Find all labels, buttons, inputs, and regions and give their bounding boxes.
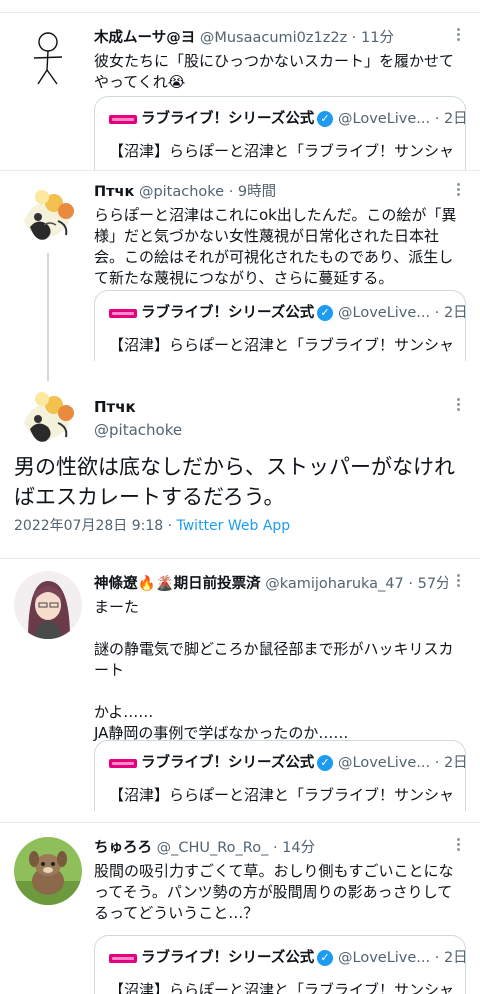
quoted-text: 【沼津】ららぽーと沼津と「ラブライブ！サンシャ	[109, 336, 455, 354]
tweet-2[interactable]: Птчк @pitachoke · 9時間 ららぽーと沼津はこれにok出したんだ…	[0, 171, 480, 371]
timestamp[interactable]: · 9時間	[229, 184, 276, 200]
avatar[interactable]	[14, 571, 82, 639]
verified-icon: ✓	[317, 111, 333, 127]
tweet-text: まーた 謎の静電気で脚どころか鼠径部まで形がハッキリスカート かよ…… JA静岡…	[94, 597, 466, 744]
text-line	[94, 618, 466, 639]
avatar[interactable]	[14, 181, 82, 249]
more-options-icon[interactable]	[450, 181, 466, 201]
user-handle[interactable]: @pitachoke	[94, 421, 182, 439]
tweet-header: ちゅろろ @_CHU_Ro_Ro_ · 14分	[94, 838, 448, 858]
tweet-text: 彼女たちに「股にひっつかないスカート」を履かせてやってくれ😭	[94, 52, 455, 91]
lovelive-logo-icon	[109, 309, 137, 318]
lovelive-logo-icon	[109, 954, 137, 963]
anime-girl-icon	[14, 571, 82, 639]
user-handle[interactable]: @Musaacumi0z1z2z	[200, 30, 347, 46]
verified-icon: ✓	[317, 755, 333, 771]
more-options-icon[interactable]	[450, 836, 466, 856]
text-line: かよ……	[94, 703, 154, 721]
thread-line	[47, 371, 49, 381]
focused-tweet[interactable]: Птчк @pitachoke 男の性欲は底なしだから、ストッパーがなければエス…	[0, 371, 480, 558]
quoted-header: ラブライブ！シリーズ公式 ✓ @LoveLive... · 2日	[95, 303, 465, 323]
quoted-header: ラブライブ！シリーズ公式 ✓ @LoveLive... · 2日	[95, 753, 465, 773]
user-handle[interactable]: @_CHU_Ro_Ro_	[157, 840, 269, 856]
quoted-text: 【沼津】ららぽーと沼津と「ラブライブ！サンシャ	[109, 981, 455, 994]
display-name[interactable]: ちゅろろ	[94, 840, 152, 856]
quoted-tweet[interactable]: ラブライブ！シリーズ公式 ✓ @LoveLive... · 2日 【沼津】ららぽ…	[94, 290, 466, 361]
display-name[interactable]: Птчк	[94, 184, 134, 200]
timestamp[interactable]: · 57分	[408, 576, 448, 592]
more-options-icon[interactable]	[450, 396, 466, 416]
avatar[interactable]	[14, 383, 82, 451]
user-handle[interactable]: @pitachoke	[139, 184, 224, 200]
tweet-header: Птчк @pitachoke · 9時間	[94, 182, 448, 202]
quoted-header: ラブライブ！シリーズ公式 ✓ @LoveLive... · 2日	[95, 948, 465, 968]
display-name[interactable]: 木成ムーサ@ヨ	[94, 30, 195, 46]
quoted-handle: @LoveLive... · 2日	[338, 950, 466, 966]
quoted-handle: @LoveLive... · 2日	[338, 305, 466, 321]
flower-art-icon	[14, 181, 82, 249]
tweet-date[interactable]: 2022年07月28日 9:18 ·	[14, 518, 177, 534]
reply-1[interactable]: 神條遼🔥🌋期日前投票済 @kamijoharuka_47 · 57分 まーた 謎…	[0, 559, 480, 821]
avatar[interactable]	[14, 837, 82, 905]
text-line: まーた	[94, 598, 140, 616]
quoted-handle: @LoveLive... · 2日	[338, 755, 466, 771]
quoted-display-name: ラブライブ！シリーズ公式	[141, 111, 315, 127]
quoted-header: ラブライブ！シリーズ公式 ✓ @LoveLive... · 2日	[95, 109, 465, 129]
quoted-display-name: ラブライブ！シリーズ公式	[141, 305, 315, 321]
more-options-icon[interactable]	[450, 572, 466, 592]
display-name[interactable]: Птчк	[94, 398, 136, 416]
quoted-text: 【沼津】ららぽーと沼津と「ラブライブ！サンシャ	[109, 786, 455, 804]
source-app-link[interactable]: Twitter Web App	[177, 518, 291, 534]
verified-icon: ✓	[317, 950, 333, 966]
tweet-text: 股間の吸引力すごくて草。おしり側もすごいことになってそう。パンツ勢の方が股間周り…	[94, 862, 454, 922]
timestamp[interactable]: · 11分	[352, 30, 394, 46]
text-line	[94, 681, 466, 702]
text-line: 謎の静電気で脚どころか鼠径部まで形がハッキリスカート	[94, 640, 454, 679]
display-name[interactable]: 神條遼🔥🌋期日前投票済	[94, 576, 261, 592]
quoted-text: 【沼津】ららぽーと沼津と「ラブライブ！サンシャ	[109, 142, 455, 160]
more-options-icon[interactable]	[450, 26, 466, 46]
tweet-text: 男の性欲は底なしだから、ストッパーがなければエスカレートするだろう。	[14, 455, 455, 509]
verified-icon: ✓	[317, 305, 333, 321]
quoted-tweet[interactable]: ラブライブ！シリーズ公式 ✓ @LoveLive... · 2日 【沼津】ららぽ…	[94, 740, 466, 811]
stick-figure-icon	[14, 24, 82, 92]
lovelive-logo-icon	[109, 115, 137, 124]
tweet-header: 神條遼🔥🌋期日前投票済 @kamijoharuka_47 · 57分	[94, 574, 448, 594]
avatar[interactable]	[14, 24, 82, 92]
thread-line	[47, 253, 49, 371]
reply-2[interactable]: ちゅろろ @_CHU_Ro_Ro_ · 14分 股間の吸引力すごくて草。おしり側…	[0, 823, 480, 994]
tweet-text: ららぽーと沼津はこれにok出したんだ。この絵が「異様」だと気づかない女性蔑視が日…	[94, 206, 457, 287]
tweet-header: 木成ムーサ@ヨ @Musaacumi0z1z2z · 11分	[94, 28, 448, 48]
tweet-1[interactable]: 木成ムーサ@ヨ @Musaacumi0z1z2z · 11分 彼女たちに「股にひ…	[0, 0, 480, 171]
tweet-meta: 2022年07月28日 9:18 · Twitter Web App	[14, 515, 290, 535]
quoted-tweet[interactable]: ラブライブ！シリーズ公式 ✓ @LoveLive... · 2日 【沼津】ららぽ…	[94, 935, 466, 994]
quoted-tweet[interactable]: ラブライブ！シリーズ公式 ✓ @LoveLive... · 2日 【沼津】ららぽ…	[94, 96, 466, 171]
lovelive-logo-icon	[109, 759, 137, 768]
quoted-handle: @LoveLive... · 2日	[338, 111, 466, 127]
flower-art-icon	[14, 383, 82, 451]
user-handle[interactable]: @kamijoharuka_47	[265, 576, 404, 592]
quoted-display-name: ラブライブ！シリーズ公式	[141, 950, 315, 966]
timestamp[interactable]: · 14分	[273, 840, 315, 856]
creature-icon	[14, 837, 82, 905]
quoted-display-name: ラブライブ！シリーズ公式	[141, 755, 315, 771]
